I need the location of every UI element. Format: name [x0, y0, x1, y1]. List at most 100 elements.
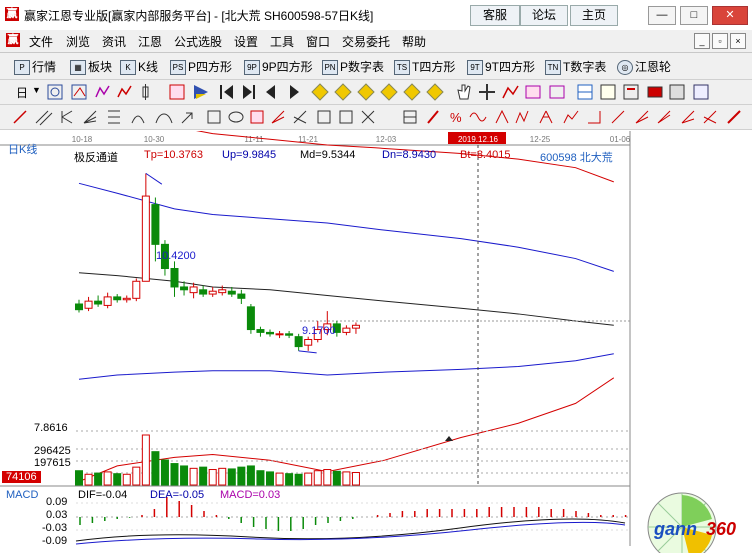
draw-gann-fan-icon[interactable] [83, 110, 97, 124]
color-scheme-icon[interactable] [194, 85, 208, 99]
print-icon[interactable] [647, 86, 663, 98]
draw-cross-icon[interactable] [361, 110, 375, 124]
hand-icon[interactable] [457, 84, 471, 100]
export-icon[interactable] [693, 84, 709, 100]
ruler-icon[interactable] [427, 110, 439, 124]
menu-help[interactable]: 帮助 [402, 33, 426, 50]
menu-gann[interactable]: 江恩 [138, 33, 162, 50]
menu-trade[interactable]: 交易委托 [342, 33, 390, 50]
eraser-icon[interactable] [727, 110, 741, 124]
toolbar-9p-square[interactable]: 9P 9P四方形 [244, 58, 313, 76]
table-icon[interactable] [403, 110, 417, 124]
customer-service-link[interactable]: 客服 [470, 5, 520, 26]
fork2-icon[interactable] [539, 110, 553, 124]
trend-icon[interactable] [502, 85, 519, 99]
zoom-icon[interactable] [71, 84, 87, 100]
mdi-minimize-button[interactable]: _ [694, 33, 710, 49]
sheet-icon[interactable] [623, 84, 639, 100]
wave-icon[interactable] [563, 110, 579, 124]
toolbar-t-square[interactable]: TS T四方形 [394, 58, 455, 76]
diamond-icon[interactable] [426, 83, 444, 101]
refresh-icon[interactable] [47, 84, 63, 100]
line-chart-icon[interactable] [95, 85, 110, 98]
diamond-icon[interactable] [403, 83, 421, 101]
pattern-icon[interactable] [525, 85, 541, 99]
ray-icon[interactable] [611, 110, 625, 124]
draw-parallel-icon[interactable] [35, 110, 53, 126]
draw-rect-icon[interactable] [207, 110, 221, 124]
draw-line-icon[interactable] [13, 110, 27, 124]
volume-bar [246, 465, 255, 486]
menu-formula-picker[interactable]: 公式选股 [174, 33, 222, 50]
toolbar-t-number-table[interactable]: TN T数字表 [545, 58, 606, 76]
last-icon[interactable] [243, 85, 255, 99]
draw-channel-icon[interactable] [293, 110, 307, 124]
kline-chart[interactable]: 10-18 10-30 11-11 11-21 12-03 2019.12.16 12-25… [0, 131, 752, 546]
menu-app-icon[interactable]: 赢 [6, 33, 20, 47]
gann-text: gann [653, 519, 697, 539]
candle-body [294, 336, 303, 348]
percent-icon[interactable]: % [450, 110, 462, 125]
diamond-icon[interactable] [311, 83, 329, 101]
calc-icon[interactable] [600, 84, 616, 100]
toolbar-p-square[interactable]: PS P四方形 [170, 58, 232, 76]
toolbar-p-number-table[interactable]: PN P数字表 [322, 58, 384, 76]
candle-icon[interactable] [142, 84, 149, 100]
volume-bar [227, 468, 236, 486]
draw-text-icon[interactable] [339, 110, 353, 124]
maximize-button[interactable]: □ [680, 6, 708, 25]
draw-fork-icon[interactable] [61, 110, 73, 124]
macd-tick: -0.09 [42, 535, 68, 547]
draw-box-icon[interactable] [317, 110, 331, 124]
toolbar-9t-square[interactable]: 9T 9T四方形 [467, 58, 535, 76]
draw-cycle-icon[interactable] [250, 110, 264, 124]
fan5-icon[interactable] [703, 110, 717, 124]
menu-window[interactable]: 窗口 [306, 33, 330, 50]
mdi-restore-button[interactable]: ▫ [712, 33, 728, 49]
sine-icon[interactable] [469, 112, 487, 122]
diamond-icon[interactable] [380, 83, 398, 101]
fan4-icon[interactable] [681, 110, 695, 124]
minimize-button[interactable]: — [648, 6, 676, 25]
volume-bar [208, 469, 217, 486]
close-button[interactable]: ✕ [712, 6, 748, 25]
macd-tick: -0.03 [42, 522, 68, 534]
grid-icon[interactable] [577, 84, 593, 100]
draw-curve-icon[interactable] [155, 113, 173, 124]
fan2-icon[interactable] [635, 110, 649, 124]
marker-triangle-icon [445, 436, 453, 441]
draw-ellipse-icon[interactable] [228, 111, 244, 123]
draw-arc-icon[interactable] [131, 115, 145, 124]
star-icon[interactable] [495, 109, 509, 124]
zigzag-icon[interactable] [515, 110, 529, 124]
diamond-icon[interactable] [334, 83, 352, 101]
crosshair-icon[interactable] [479, 84, 495, 100]
fan3-icon[interactable] [657, 110, 671, 124]
toolbar-kline[interactable]: K K线 [120, 58, 158, 76]
chart-area[interactable]: 10-18 10-30 11-11 11-21 12-03 2019.12.16 12-25… [0, 131, 752, 553]
forum-link[interactable]: 论坛 [520, 5, 568, 26]
menu-browse[interactable]: 浏览 [66, 33, 90, 50]
draw-fib-icon[interactable] [108, 110, 120, 124]
draw-speed-icon[interactable] [271, 110, 285, 124]
toolbar-quote[interactable]: P 行情 [14, 58, 56, 76]
volume-panel [75, 430, 630, 486]
next-icon[interactable] [290, 85, 299, 99]
prev-icon[interactable] [266, 85, 275, 99]
homepage-link[interactable]: 主页 [570, 5, 618, 26]
toolbar-gann-wheel[interactable]: ◎ 江恩轮 [617, 58, 671, 76]
menu-tools[interactable]: 工具 [270, 33, 294, 50]
menu-file[interactable]: 文件 [29, 33, 53, 50]
diamond-icon[interactable] [357, 83, 375, 101]
first-icon[interactable] [220, 85, 233, 99]
bar-chart-icon[interactable] [117, 85, 132, 98]
stack-icon[interactable] [669, 84, 685, 100]
indicator-icon[interactable] [169, 84, 185, 100]
layout-icon[interactable] [549, 85, 565, 99]
menu-settings[interactable]: 设置 [234, 33, 258, 50]
menu-news[interactable]: 资讯 [102, 33, 126, 50]
draw-arrow-icon[interactable] [181, 112, 193, 124]
angle-icon[interactable] [588, 111, 601, 124]
toolbar-sector[interactable]: ▦ 板块 [70, 58, 112, 76]
mdi-close-button[interactable]: × [730, 33, 746, 49]
